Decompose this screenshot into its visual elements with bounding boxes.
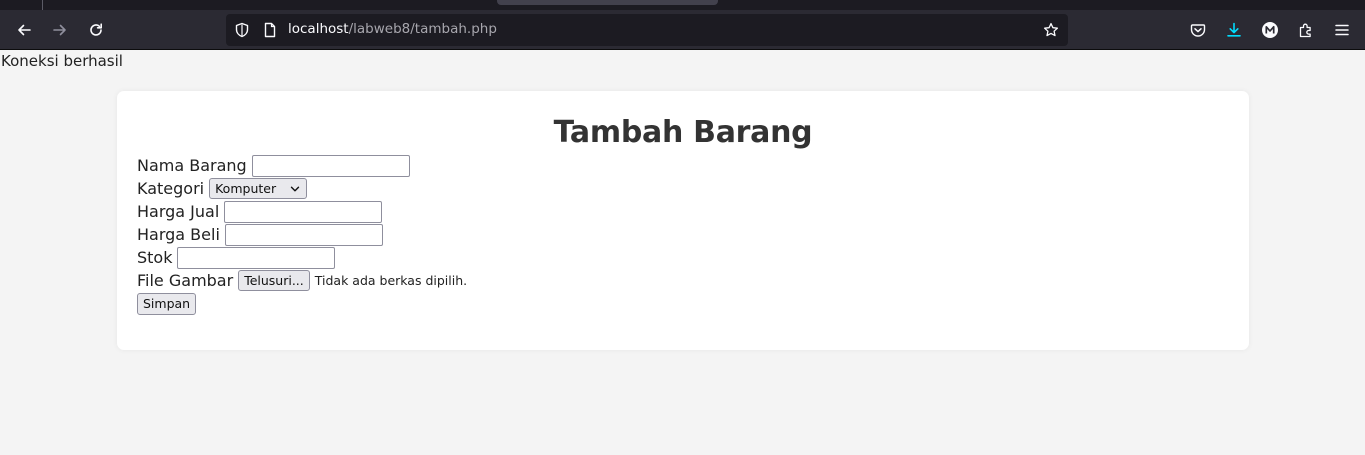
- harga-jual-row: Harga Jual: [137, 200, 383, 223]
- extensions-button[interactable]: [1291, 15, 1321, 45]
- tab-separator: [42, 0, 43, 10]
- forward-button[interactable]: [45, 15, 75, 45]
- kategori-selected-value: Komputer: [215, 181, 277, 196]
- account-icon: [1262, 22, 1278, 38]
- harga-beli-label: Harga Beli: [137, 225, 220, 244]
- no-file-selected-text: Tidak ada berkas dipilih.: [314, 273, 468, 288]
- reload-icon: [90, 23, 102, 36]
- browse-file-button[interactable]: Telusuri...: [238, 270, 310, 291]
- url-host: localhost: [288, 21, 349, 37]
- back-arrow-icon: [18, 24, 31, 36]
- forward-arrow-icon: [53, 24, 66, 36]
- nama-barang-row: Nama Barang: [137, 154, 410, 177]
- stok-row: Stok: [137, 246, 336, 269]
- address-bar[interactable]: localhost/labweb8/tambah.php: [226, 14, 1068, 46]
- browser-toolbar: localhost/labweb8/tambah.php: [0, 10, 1365, 50]
- pocket-icon: [1190, 24, 1206, 37]
- extensions-icon: [1299, 23, 1311, 38]
- page-icon[interactable]: [262, 22, 278, 38]
- stok-label: Stok: [137, 248, 173, 267]
- tab-strip: [0, 0, 1365, 10]
- back-button[interactable]: [9, 15, 39, 45]
- file-gambar-label: File Gambar: [137, 271, 234, 290]
- harga-jual-label: Harga Jual: [137, 202, 220, 221]
- kategori-label: Kategori: [137, 179, 205, 198]
- shield-icon[interactable]: [234, 22, 250, 38]
- pocket-button[interactable]: [1183, 15, 1213, 45]
- simpan-button[interactable]: Simpan: [137, 292, 197, 315]
- account-button[interactable]: [1255, 15, 1285, 45]
- nama-barang-input[interactable]: [251, 154, 410, 177]
- star-icon[interactable]: [1043, 22, 1059, 38]
- download-icon: [1227, 22, 1241, 37]
- harga-beli-input[interactable]: [224, 223, 383, 246]
- menu-icon: [1335, 24, 1349, 36]
- downloads-button[interactable]: [1219, 15, 1249, 45]
- chevron-down-icon: [290, 186, 300, 192]
- nama-barang-label: Nama Barang: [137, 156, 247, 175]
- file-gambar-row: File Gambar Telusuri... Tidak ada berkas…: [137, 269, 467, 292]
- active-tab[interactable]: [497, 0, 718, 5]
- harga-beli-row: Harga Beli: [137, 223, 383, 246]
- submit-row: Simpan: [137, 292, 197, 315]
- kategori-row: Kategori Komputer: [137, 177, 308, 200]
- connection-status-text: Koneksi berhasil: [1, 52, 123, 70]
- url-text[interactable]: localhost/labweb8/tambah.php: [288, 21, 497, 37]
- reload-button[interactable]: [81, 15, 111, 45]
- stok-input[interactable]: [177, 246, 336, 269]
- harga-jual-input[interactable]: [224, 200, 383, 223]
- menu-button[interactable]: [1327, 15, 1357, 45]
- page-title: Tambah Barang: [553, 115, 813, 150]
- form-card: Tambah Barang Nama Barang Kategori Kompu…: [117, 91, 1249, 350]
- kategori-select[interactable]: Komputer: [209, 178, 308, 199]
- url-path: /labweb8/tambah.php: [348, 21, 497, 37]
